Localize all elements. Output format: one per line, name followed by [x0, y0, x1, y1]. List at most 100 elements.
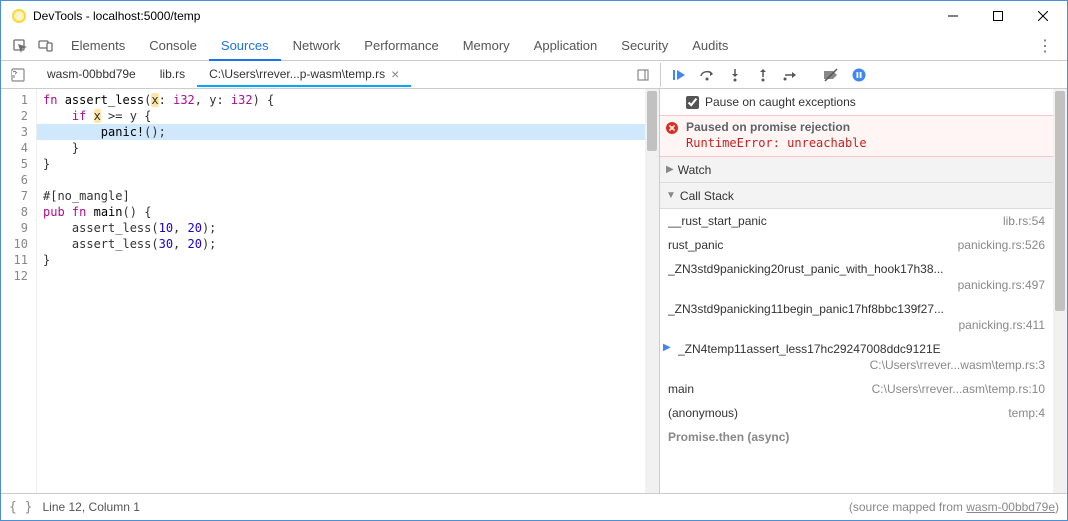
code-line[interactable] — [37, 268, 659, 284]
stack-frame-location[interactable]: lib.rs:54 — [1003, 214, 1045, 228]
cursor-position: Line 12, Column 1 — [42, 500, 139, 514]
panel-tab-network[interactable]: Network — [281, 31, 353, 61]
pretty-print-icon[interactable]: { } — [9, 500, 32, 515]
stack-frame-location[interactable]: panicking.rs:497 — [668, 278, 1045, 292]
code-line[interactable]: } — [37, 140, 659, 156]
line-number[interactable]: 5 — [1, 156, 36, 172]
pause-on-exceptions-icon[interactable] — [847, 63, 871, 87]
panel-tabs: ElementsConsoleSourcesNetworkPerformance… — [59, 31, 1029, 61]
overflow-menu-icon[interactable]: ⋮ — [1029, 36, 1061, 56]
step-icon[interactable] — [779, 63, 803, 87]
pause-title: Paused on promise rejection — [686, 120, 1047, 134]
status-bar: { } Line 12, Column 1 (source mapped fro… — [1, 493, 1067, 520]
sidebar-scrollbar[interactable] — [1053, 89, 1067, 493]
stack-frame-function: (anonymous) — [668, 406, 738, 420]
line-number[interactable]: 8 — [1, 204, 36, 220]
panel-tab-performance[interactable]: Performance — [352, 31, 450, 61]
stack-frame[interactable]: rust_panicpanicking.rs:526 — [660, 233, 1053, 257]
resume-icon[interactable] — [667, 63, 691, 87]
pause-on-caught-checkbox-row[interactable]: Pause on caught exceptions — [660, 89, 1053, 115]
file-tab[interactable]: C:\Users\rrever...p-wasm\temp.rs× — [197, 63, 411, 87]
stack-frame-location[interactable]: C:\Users\rrever...wasm\temp.rs:3 — [678, 358, 1045, 372]
watch-section-header[interactable]: ▶ Watch — [660, 157, 1053, 183]
source-map-link[interactable]: wasm-00bbd79e — [966, 500, 1055, 514]
code-line[interactable] — [37, 172, 659, 188]
main-area: 123456789101112 fn assert_less(x: i32, y… — [1, 89, 1067, 493]
code-line[interactable]: pub fn main() { — [37, 204, 659, 220]
minimize-button[interactable] — [930, 2, 975, 30]
stack-frame-location[interactable]: C:\Users\rrever...asm\temp.rs:10 — [872, 382, 1045, 396]
stack-frame-function: _ZN4temp11assert_less17hc29247008ddc9121… — [678, 342, 1045, 356]
deactivate-breakpoints-icon[interactable] — [819, 63, 843, 87]
step-into-icon[interactable] — [723, 63, 747, 87]
call-stack-list: __rust_start_paniclib.rs:54rust_panicpan… — [660, 209, 1053, 425]
code-line[interactable]: assert_less(30, 20); — [37, 236, 659, 252]
expand-icon: ▼ — [666, 190, 676, 201]
line-number[interactable]: 3 — [1, 124, 36, 140]
panel-tab-elements[interactable]: Elements — [59, 31, 137, 61]
code-line[interactable]: panic!(); — [37, 124, 659, 140]
code-line[interactable]: if x >= y { — [37, 108, 659, 124]
step-over-icon[interactable] — [695, 63, 719, 87]
code-line[interactable]: fn assert_less(x: i32, y: i32) { — [37, 92, 659, 108]
panel-tab-memory[interactable]: Memory — [451, 31, 522, 61]
pause-on-caught-checkbox[interactable] — [686, 96, 699, 109]
toggle-navigator-icon[interactable] — [632, 64, 654, 86]
window-titlebar: DevTools - localhost:5000/temp — [1, 1, 1067, 31]
stack-frame-function: _ZN3std9panicking20rust_panic_with_hook1… — [668, 262, 1045, 276]
line-number[interactable]: 1 — [1, 92, 36, 108]
callstack-section-header[interactable]: ▼ Call Stack — [660, 183, 1053, 209]
stack-frame-function: _ZN3std9panicking11begin_panic17hf8bbc13… — [668, 302, 1045, 316]
line-number[interactable]: 6 — [1, 172, 36, 188]
page-tree-icon[interactable] — [7, 64, 29, 86]
stack-frame-location[interactable]: panicking.rs:411 — [668, 318, 1045, 332]
file-tab-label: lib.rs — [160, 62, 185, 86]
stack-frame-location[interactable]: panicking.rs:526 — [958, 238, 1045, 252]
line-number[interactable]: 11 — [1, 252, 36, 268]
panel-tab-console[interactable]: Console — [137, 31, 209, 61]
stack-frame[interactable]: __rust_start_paniclib.rs:54 — [660, 209, 1053, 233]
collapse-icon: ▶ — [666, 164, 674, 175]
code-line[interactable]: assert_less(10, 20); — [37, 220, 659, 236]
panel-tab-application[interactable]: Application — [522, 31, 610, 61]
stack-frame[interactable]: (anonymous) temp:4 — [660, 401, 1053, 425]
error-icon — [666, 122, 678, 137]
line-number[interactable]: 7 — [1, 188, 36, 204]
stack-frame[interactable]: _ZN3std9panicking20rust_panic_with_hook1… — [660, 257, 1053, 297]
file-tab[interactable]: lib.rs — [148, 63, 197, 87]
file-tabs: wasm-00bbd79e lib.rs C:\Users\rrever...p-w… — [35, 63, 632, 87]
device-toggle-icon[interactable] — [33, 33, 59, 59]
code-line[interactable]: #[no_mangle] — [37, 188, 659, 204]
file-tab-label: wasm-00bbd79e — [47, 62, 136, 86]
panel-tab-security[interactable]: Security — [609, 31, 680, 61]
panel-tab-audits[interactable]: Audits — [680, 31, 740, 61]
close-button[interactable] — [1020, 2, 1065, 30]
maximize-button[interactable] — [975, 2, 1020, 30]
stack-frame-location[interactable]: temp:4 — [1008, 406, 1045, 420]
stack-frame[interactable]: ▶ _ZN4temp11assert_less17hc29247008ddc912… — [660, 337, 1053, 377]
close-tab-icon[interactable]: × — [391, 62, 399, 86]
stack-frame-function: main — [668, 382, 694, 396]
line-number[interactable]: 4 — [1, 140, 36, 156]
step-out-icon[interactable] — [751, 63, 775, 87]
source-editor[interactable]: 123456789101112 fn assert_less(x: i32, y… — [1, 89, 660, 493]
source-map-info: (source mapped from wasm-00bbd79e) — [849, 500, 1059, 514]
pause-detail: RuntimeError: unreachable — [686, 136, 1047, 150]
app-icon — [11, 8, 27, 24]
stack-frame[interactable]: main C:\Users\rrever...asm\temp.rs:10 — [660, 377, 1053, 401]
file-tab[interactable]: wasm-00bbd79e — [35, 63, 148, 87]
editor-scrollbar[interactable] — [645, 89, 659, 493]
code-line[interactable]: } — [37, 156, 659, 172]
panel-tab-sources[interactable]: Sources — [209, 31, 281, 61]
line-number[interactable]: 2 — [1, 108, 36, 124]
line-number[interactable]: 10 — [1, 236, 36, 252]
line-gutter: 123456789101112 — [1, 89, 37, 493]
line-number[interactable]: 12 — [1, 268, 36, 284]
code-content[interactable]: fn assert_less(x: i32, y: i32) { if x >=… — [37, 89, 659, 493]
code-line[interactable]: } — [37, 252, 659, 268]
current-frame-icon: ▶ — [663, 342, 671, 353]
line-number[interactable]: 9 — [1, 220, 36, 236]
stack-frame[interactable]: _ZN3std9panicking11begin_panic17hf8bbc13… — [660, 297, 1053, 337]
async-divider: Promise.then (async) — [660, 425, 1053, 449]
inspect-icon[interactable] — [7, 33, 33, 59]
